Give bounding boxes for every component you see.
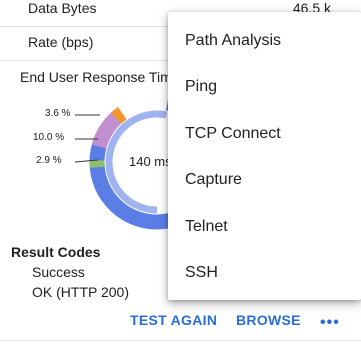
menu-item-capture[interactable]: Capture <box>168 158 361 204</box>
menu-item-label: TCP Connect <box>185 125 281 142</box>
bottom-divider <box>0 340 361 341</box>
data-bytes-label: Data Bytes <box>28 0 97 16</box>
menu-item-label: SSH <box>185 264 218 281</box>
menu-item-path-analysis[interactable]: Path Analysis <box>168 19 361 65</box>
overflow-menu: Path Analysis Ping TCP Connect Capture T… <box>168 12 361 300</box>
menu-item-label: Ping <box>185 78 218 95</box>
percent-label-2: 10.0 % <box>33 132 65 143</box>
percent-label-1: 3.6 % <box>45 108 71 119</box>
percent-label-3: 2.9 % <box>36 155 62 166</box>
menu-item-ping[interactable]: Ping <box>168 65 361 111</box>
response-time-title: End User Response Tim <box>20 69 172 85</box>
result-status: Success <box>32 264 85 280</box>
more-options-icon[interactable]: ••• <box>320 314 340 332</box>
menu-item-telnet[interactable]: Telnet <box>168 205 361 251</box>
center-value: 140 ms <box>129 154 172 169</box>
menu-item-label: Path Analysis <box>185 32 282 49</box>
menu-item-tcp-connect[interactable]: TCP Connect <box>168 112 361 158</box>
test-again-button[interactable]: TEST AGAIN <box>130 312 217 328</box>
menu-item-label: Capture <box>185 171 242 188</box>
rate-label: Rate (bps) <box>28 34 94 50</box>
menu-item-ssh[interactable]: SSH <box>168 251 361 297</box>
result-detail: OK (HTTP 200) <box>32 284 129 300</box>
result-codes-title: Result Codes <box>11 244 101 260</box>
browse-button[interactable]: BROWSE <box>236 312 301 328</box>
menu-item-label: Telnet <box>185 218 228 235</box>
